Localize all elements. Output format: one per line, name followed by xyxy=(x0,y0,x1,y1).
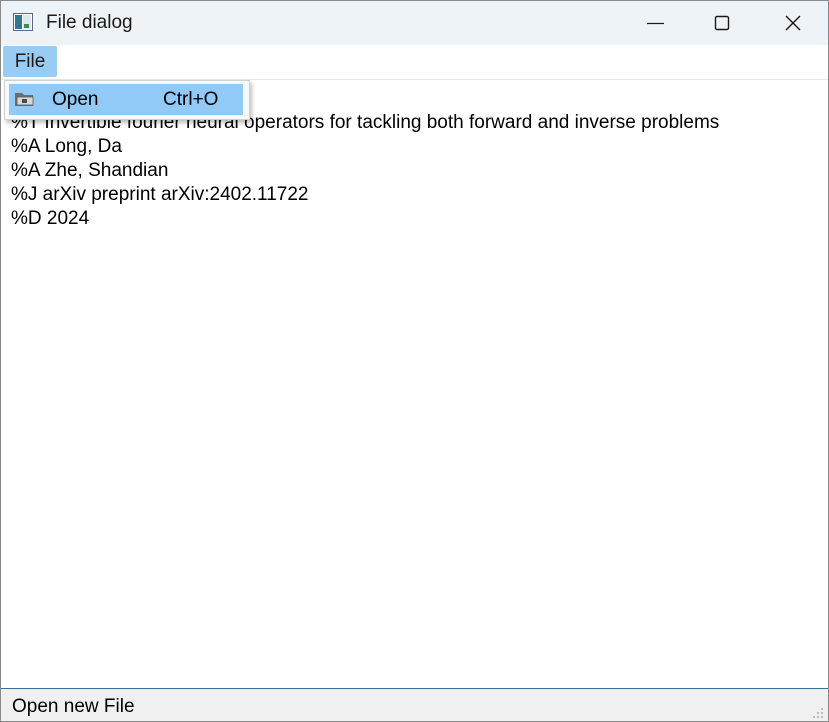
close-button[interactable] xyxy=(769,1,815,45)
minimize-icon xyxy=(647,22,664,25)
maximize-icon xyxy=(714,15,730,31)
file-menu-dropdown: Open Ctrl+O xyxy=(4,80,250,120)
title-bar[interactable]: File dialog xyxy=(1,1,828,45)
minimize-button[interactable] xyxy=(633,1,679,45)
file-dialog-window: File dialog File %T Invertible fourier n… xyxy=(0,0,829,722)
menu-file[interactable]: File xyxy=(3,46,57,77)
app-window-icon xyxy=(13,13,33,31)
folder-open-icon xyxy=(14,90,36,108)
menu-item-open-label: Open xyxy=(52,89,99,110)
text-line: %J arXiv preprint arXiv:2402.11722 xyxy=(11,184,309,205)
close-icon xyxy=(785,15,801,31)
text-line: %D 2024 xyxy=(11,208,90,229)
menu-item-open[interactable]: Open Ctrl+O xyxy=(9,84,243,115)
text-line: %A Zhe, Shandian xyxy=(11,160,169,181)
menu-bar: File xyxy=(1,45,828,80)
resize-grip-icon[interactable] xyxy=(812,706,824,718)
status-bar: Open new File xyxy=(1,688,828,721)
window-title: File dialog xyxy=(46,12,133,33)
text-line: %A Long, Da xyxy=(11,136,122,157)
status-text: Open new File xyxy=(12,696,135,717)
text-editor[interactable]: %T Invertible fourier neural operators f… xyxy=(1,80,828,688)
maximize-button[interactable] xyxy=(699,1,745,45)
menu-item-open-shortcut: Ctrl+O xyxy=(163,89,219,110)
